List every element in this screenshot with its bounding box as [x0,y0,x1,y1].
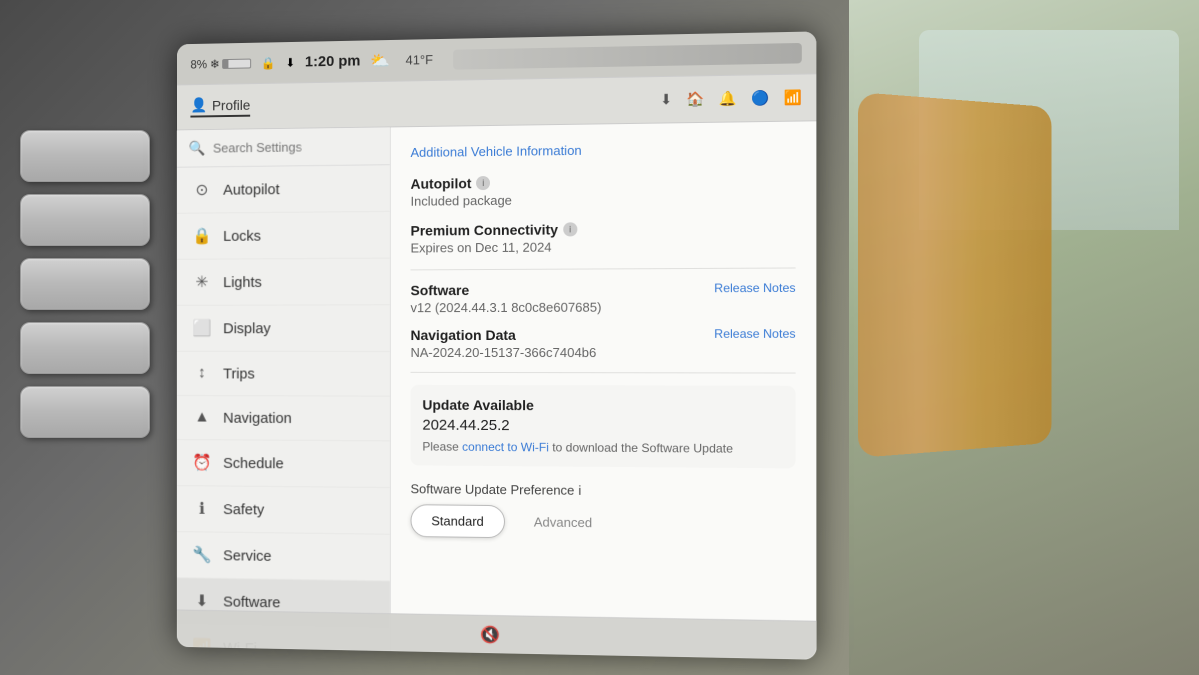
premium-info-icon[interactable]: i [563,222,577,236]
preference-label: Software Update Preference i [411,481,796,500]
safety-label: Safety [223,501,264,518]
software-info-label: Software [411,282,602,299]
navigation-icon: ▲ [192,409,211,427]
autopilot-icon: ⊙ [192,180,211,200]
standard-btn[interactable]: Standard [411,504,505,538]
software-heading: Software v12 (2024.44.3.1 8c0c8e607685) [411,282,602,316]
physical-button-4[interactable] [20,322,150,374]
physical-button-3[interactable] [20,258,150,310]
preference-info-icon[interactable]: i [578,483,581,498]
connect-wifi-text: Please connect to Wi-Fi to download the … [422,440,783,457]
trips-icon: ↕ [192,365,211,383]
download-header-icon[interactable]: ⬇ [660,91,672,108]
divider-2 [411,372,796,374]
autopilot-info-value: Included package [411,190,796,209]
release-notes-link-2[interactable]: Release Notes [714,327,795,341]
map-thumbnail [453,42,802,69]
divider-1 [411,267,796,270]
preference-section: Software Update Preference i Standard Ad… [411,481,796,542]
display-icon: ⬜ [192,319,211,339]
main-content: 🔍 ⊙ Autopilot 🔒 Locks ✳ Lights ⬜ Display… [177,121,816,659]
battery-bar [223,58,252,68]
bell-header-icon[interactable]: 🔔 [719,90,737,108]
software-icon: ⬇ [192,591,211,611]
service-label: Service [223,547,271,564]
release-notes-link-1[interactable]: Release Notes [714,281,795,296]
profile-tab[interactable]: 👤 Profile [190,96,250,118]
search-icon: 🔍 [188,140,205,157]
status-time: 1:20 pm [305,53,360,71]
physical-buttons [0,120,170,448]
physical-button-5[interactable] [20,386,150,438]
signal-header-icon[interactable]: 📶 [784,89,802,107]
trips-label: Trips [223,365,255,382]
physical-button-2[interactable] [20,194,150,246]
toggle-buttons: Standard Advanced [411,504,796,542]
lock-icon: 🔒 [261,56,276,70]
navigation-label: Navigation [223,409,292,426]
autopilot-info-row: Autopilot i Included package [411,172,796,209]
safety-icon: ℹ [192,499,211,519]
lights-label: Lights [223,274,262,291]
profile-icon: 👤 [190,97,207,114]
additional-vehicle-link[interactable]: Additional Vehicle Information [411,140,796,160]
sidebar-item-display[interactable]: ⬜ Display [177,305,390,352]
advanced-btn[interactable]: Advanced [513,505,614,539]
mute-icon[interactable]: 🔇 [480,624,500,644]
sidebar: 🔍 ⊙ Autopilot 🔒 Locks ✳ Lights ⬜ Display… [177,127,391,651]
locks-icon: 🔒 [192,226,211,246]
software-section-header: Software v12 (2024.44.3.1 8c0c8e607685) … [411,281,796,315]
weather-icon: ⛅ [370,50,390,70]
display-label: Display [223,320,271,337]
software-version: v12 (2024.44.3.1 8c0c8e607685) [411,300,602,315]
battery-percentage: 8% [190,57,207,71]
sidebar-item-autopilot[interactable]: ⊙ Autopilot [177,165,390,214]
status-temp: 41°F [406,52,433,67]
sidebar-item-schedule[interactable]: ⏰ Schedule [177,440,390,488]
bluetooth-header-icon[interactable]: 🔵 [751,89,769,107]
sidebar-item-service[interactable]: 🔧 Service [177,532,390,581]
connect-wifi-link[interactable]: connect to Wi-Fi [462,440,549,455]
sidebar-item-lights[interactable]: ✳ Lights [177,259,390,306]
battery-indicator: 8% ❄ [190,56,251,71]
nav-data-value: NA-2024.20-15137-366c7404b6 [411,345,597,360]
right-panel: Additional Vehicle Information Autopilot… [391,121,817,659]
sidebar-item-trips[interactable]: ↕ Trips [177,352,390,397]
sidebar-item-navigation[interactable]: ▲ Navigation [177,396,390,441]
header-icons: ⬇ 🏠 🔔 🔵 📶 [660,89,802,109]
nav-data-label: Navigation Data [411,327,597,343]
lights-icon: ✳ [192,272,211,292]
nav-data-info: Navigation Data NA-2024.20-15137-366c740… [411,327,597,360]
update-available-section: Update Available 2024.44.25.2 Please con… [411,385,796,469]
service-icon: 🔧 [192,545,211,565]
physical-button-1[interactable] [20,130,150,182]
sidebar-item-locks[interactable]: 🔒 Locks [177,212,390,260]
locks-label: Locks [223,227,261,244]
autopilot-label: Autopilot [223,181,279,198]
premium-expiry: Expires on Dec 11, 2024 [411,238,796,256]
autopilot-info-label: Autopilot i [411,172,796,192]
profile-label: Profile [212,96,250,112]
snowflake-icon: ❄ [210,57,220,71]
update-available-label: Update Available [422,397,783,415]
schedule-label: Schedule [223,455,284,472]
software-label: Software [223,593,280,611]
search-input[interactable] [213,139,378,156]
sidebar-item-safety[interactable]: ℹ Safety [177,486,390,535]
autopilot-info-icon[interactable]: i [476,176,490,190]
home-header-icon[interactable]: 🏠 [686,90,704,108]
premium-info-row: Premium Connectivity i Expires on Dec 11… [411,220,796,256]
search-bar[interactable]: 🔍 [177,127,390,167]
premium-info-label: Premium Connectivity i [411,220,796,239]
wood-trim [858,92,1052,458]
download-icon: ⬇ [285,55,295,69]
tesla-screen: 8% ❄ 🔒 ⬇ 1:20 pm ⛅ 41°F 👤 Profile ⬇ 🏠 🔔 … [177,31,816,659]
schedule-icon: ⏰ [192,453,211,473]
update-version: 2024.44.25.2 [422,417,783,436]
nav-data-section: Navigation Data NA-2024.20-15137-366c740… [411,327,796,361]
